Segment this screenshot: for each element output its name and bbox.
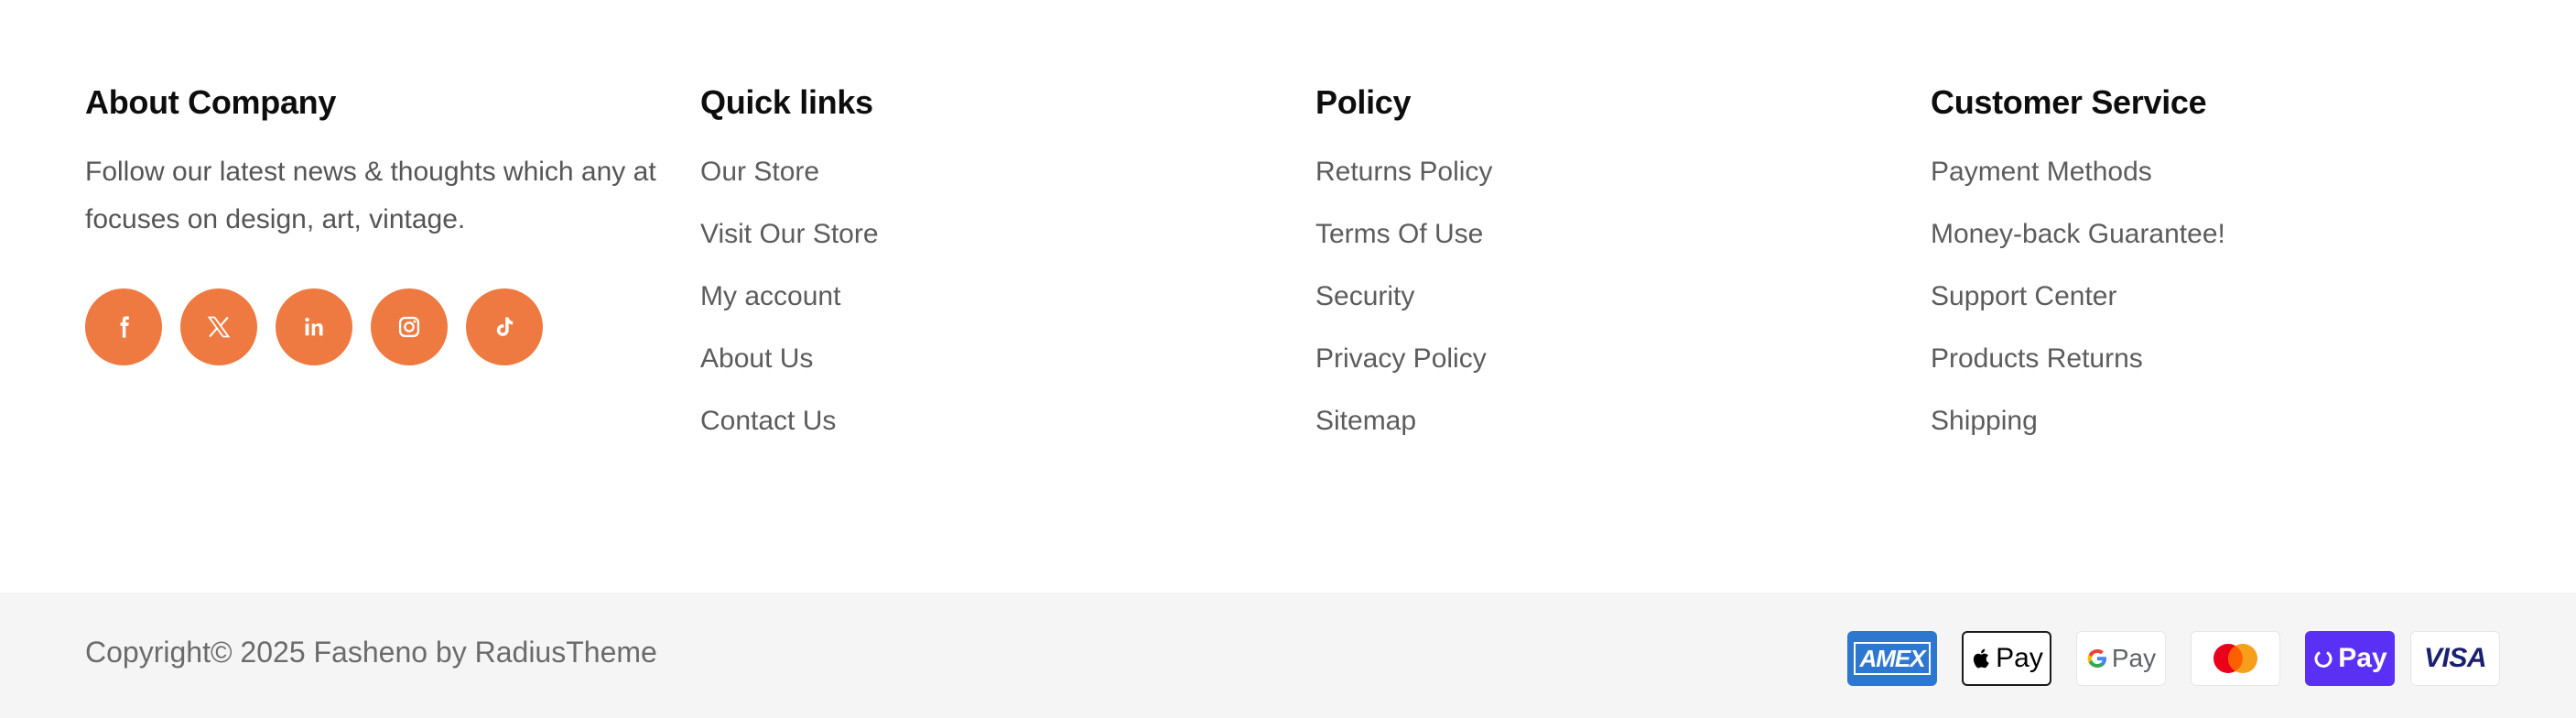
google-pay-label: Pay [2111, 644, 2157, 672]
shop-pay-icon [2314, 651, 2332, 668]
visa-badge: VISA [2410, 631, 2500, 686]
quick-links-column: Quick links Our Store Visit Our Store My… [700, 81, 879, 436]
policy-heading: Policy [1315, 83, 1412, 121]
link-sitemap[interactable]: Sitemap [1315, 406, 1416, 436]
shop-pay-label: Pay [2338, 643, 2387, 673]
amex-badge: AMEX [1847, 631, 1937, 686]
link-about-us[interactable]: About Us [700, 343, 813, 374]
link-products-returns[interactable]: Products Returns [1931, 343, 2143, 374]
link-money-back-guarantee[interactable]: Money-back Guarantee! [1931, 219, 2225, 249]
policy-column: Policy Returns Policy Terms Of Use Secur… [1315, 81, 1492, 436]
apple-pay-badge: Pay [1962, 631, 2051, 686]
footer-bottom-bar: Copyright© 2025 Fasheno by RadiusTheme A… [0, 593, 2576, 718]
google-pay-badge: Pay [2076, 631, 2166, 686]
link-my-account[interactable]: My account [700, 281, 840, 311]
linkedin-icon [305, 317, 323, 336]
instagram-icon [398, 316, 420, 338]
x-twitter-icon [207, 316, 231, 338]
link-support-center[interactable]: Support Center [1931, 281, 2116, 311]
instagram-link[interactable] [371, 288, 448, 365]
shop-pay-badge: Pay [2305, 631, 2395, 686]
apple-icon [1974, 648, 1989, 669]
copyright-text: Copyright© 2025 Fasheno by RadiusTheme [85, 636, 657, 669]
mastercard-badge [2191, 631, 2280, 686]
google-icon [2087, 649, 2106, 668]
quick-links-heading: Quick links [700, 83, 873, 121]
facebook-link[interactable] [85, 288, 162, 365]
amex-label: AMEX [1854, 642, 1931, 675]
tiktok-icon [496, 317, 514, 336]
link-payment-methods[interactable]: Payment Methods [1931, 157, 2152, 187]
footer-top: About Company Follow our latest news & t… [0, 0, 2576, 593]
apple-pay-label: Pay [1996, 643, 2043, 673]
about-company-text: Follow our latest news & thoughts which … [85, 157, 656, 234]
link-privacy-policy[interactable]: Privacy Policy [1315, 343, 1487, 374]
link-security[interactable]: Security [1315, 281, 1414, 311]
about-company-column: About Company Follow our latest news & t… [85, 81, 656, 365]
visa-label: VISA [2423, 643, 2487, 673]
linkedin-link[interactable] [276, 288, 352, 365]
about-company-heading: About Company [85, 83, 337, 121]
link-terms-of-use[interactable]: Terms Of Use [1315, 219, 1483, 249]
link-contact-us[interactable]: Contact Us [700, 406, 836, 436]
customer-service-column: Customer Service Payment Methods Money-b… [1931, 81, 2225, 436]
facebook-icon [120, 316, 129, 338]
x-twitter-link[interactable] [180, 288, 257, 365]
link-our-store[interactable]: Our Store [700, 157, 819, 187]
social-links [85, 288, 543, 365]
link-shipping[interactable]: Shipping [1931, 406, 2038, 436]
mastercard-icon [2213, 644, 2257, 673]
link-returns-policy[interactable]: Returns Policy [1315, 157, 1492, 187]
tiktok-link[interactable] [466, 288, 543, 365]
customer-service-heading: Customer Service [1931, 83, 2207, 121]
link-visit-our-store[interactable]: Visit Our Store [700, 219, 879, 249]
